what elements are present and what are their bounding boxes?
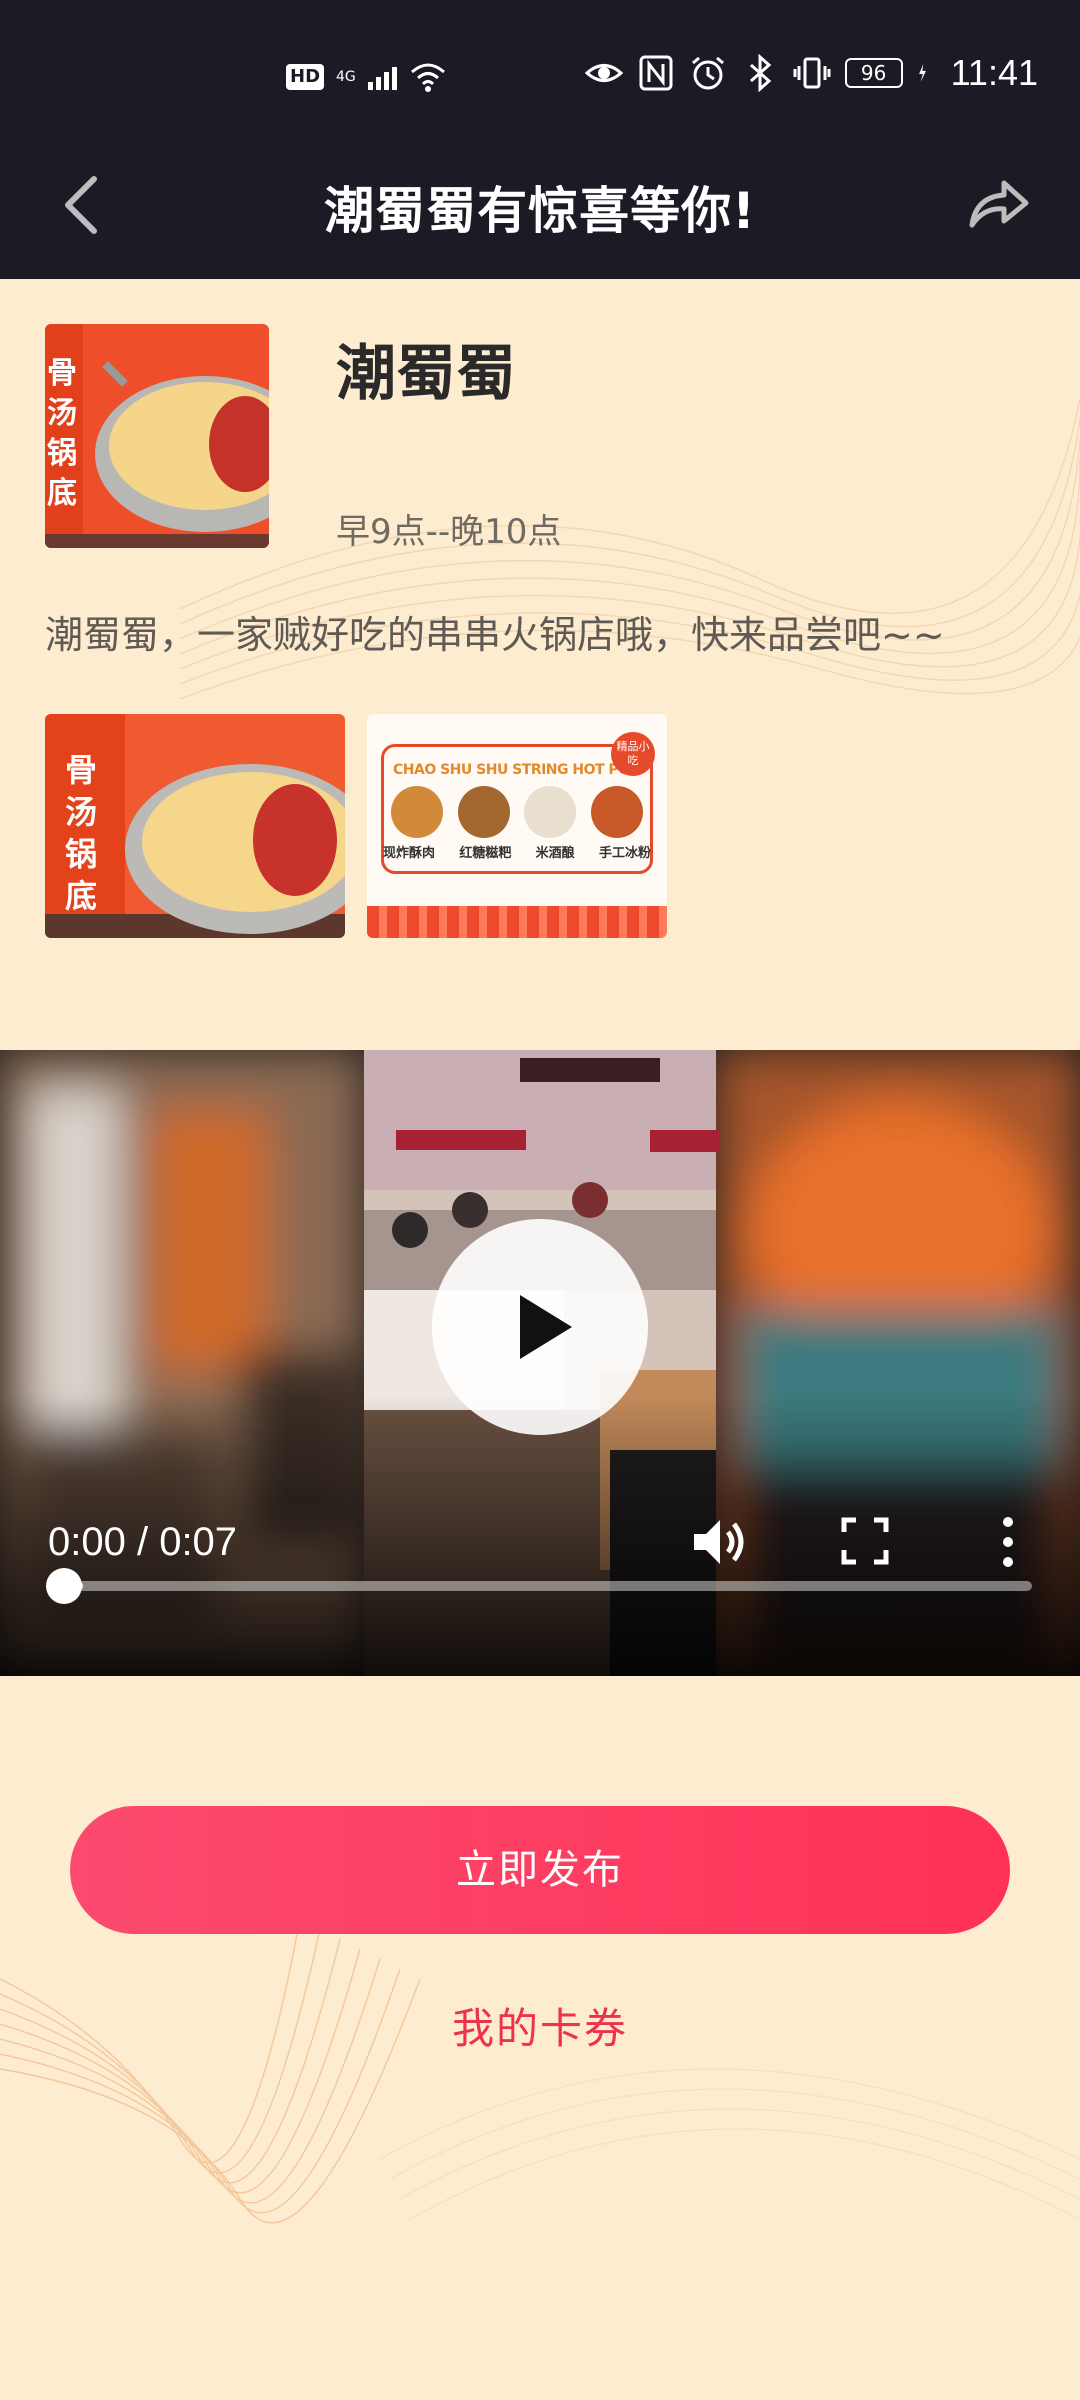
my-coupons-link[interactable]: 我的卡券	[0, 1995, 1080, 2056]
gallery-banner-text: 骨汤锅底	[65, 751, 98, 915]
status-bar: HD 4G 96 11:41	[0, 0, 1080, 160]
status-left: HD 4G	[286, 58, 447, 96]
page-title: 潮蜀蜀有惊喜等你!	[324, 182, 756, 240]
battery-indicator: 96	[844, 58, 903, 88]
store-hours: 早9点--晚10点	[336, 512, 562, 552]
dish-image	[457, 786, 510, 838]
volume-icon[interactable]	[688, 1512, 748, 1572]
store-gallery: 骨汤锅底 CHAO SHU SHU STRING HOT POT 精品小吃 现炸…	[45, 714, 667, 938]
status-right: 96 11:41	[584, 52, 1038, 94]
video-time: 0:00 / 0:07	[48, 1520, 238, 1564]
network-type: 4G	[336, 69, 356, 85]
dish-label: 红糖糍粑	[459, 846, 512, 861]
top-bar: HD 4G 96 11:41 潮蜀蜀有惊喜等你!	[0, 0, 1080, 279]
nav-bar: 潮蜀蜀有惊喜等你!	[0, 145, 1080, 265]
dish-label: 手工冰粉	[598, 846, 651, 861]
video-progress-handle[interactable]	[46, 1568, 82, 1604]
bluetooth-icon	[749, 54, 771, 92]
share-icon[interactable]	[966, 173, 1030, 233]
dish-image	[391, 786, 443, 838]
vibrate-icon	[793, 57, 831, 89]
menu-corner-tag: 精品小吃	[611, 732, 655, 776]
gallery-image-menu[interactable]: CHAO SHU SHU STRING HOT POT 精品小吃 现炸酥肉 红糖…	[367, 714, 667, 938]
menu-dishes	[391, 786, 643, 838]
play-button[interactable]	[432, 1219, 648, 1435]
fullscreen-icon[interactable]	[840, 1516, 890, 1566]
nfc-icon	[639, 55, 673, 91]
video-progress-track[interactable]	[64, 1581, 1032, 1591]
store-name: 潮蜀蜀	[336, 339, 516, 409]
wifi-icon	[410, 63, 445, 92]
menu-dish-labels: 现炸酥肉 红糖糍粑 米酒酿 手工冰粉	[383, 842, 651, 861]
signal-icon	[367, 64, 397, 90]
publish-button[interactable]: 立即发布	[70, 1806, 1010, 1934]
eye-icon	[584, 64, 623, 82]
video-player[interactable]: 0:00 / 0:07	[0, 1050, 1080, 1676]
gallery-image-hotpot[interactable]: 骨汤锅底	[45, 714, 345, 938]
play-icon	[520, 1295, 572, 1359]
menu-headline: CHAO SHU SHU STRING HOT POT	[393, 762, 639, 778]
menu-stripes	[367, 906, 667, 938]
thumb-banner-text: 骨汤锅底	[47, 356, 77, 511]
charging-icon	[918, 64, 926, 82]
dish-image	[590, 786, 643, 838]
more-vert-icon[interactable]	[996, 1512, 1020, 1572]
dish-label: 现炸酥肉	[383, 846, 436, 861]
dish-image	[524, 786, 577, 838]
dish-label: 米酒酿	[535, 846, 575, 861]
clock: 11:41	[950, 52, 1038, 93]
page-content: 骨汤锅底 潮蜀蜀 早9点--晚10点 潮蜀蜀，一家贼好吃的串串火锅店哦，快来品尝…	[0, 279, 1080, 2400]
alarm-icon	[691, 56, 724, 90]
store-thumbnail[interactable]: 骨汤锅底	[45, 324, 269, 548]
hd-badge: HD	[286, 64, 325, 90]
store-description: 潮蜀蜀，一家贼好吃的串串火锅店哦，快来品尝吧~~	[45, 613, 945, 657]
